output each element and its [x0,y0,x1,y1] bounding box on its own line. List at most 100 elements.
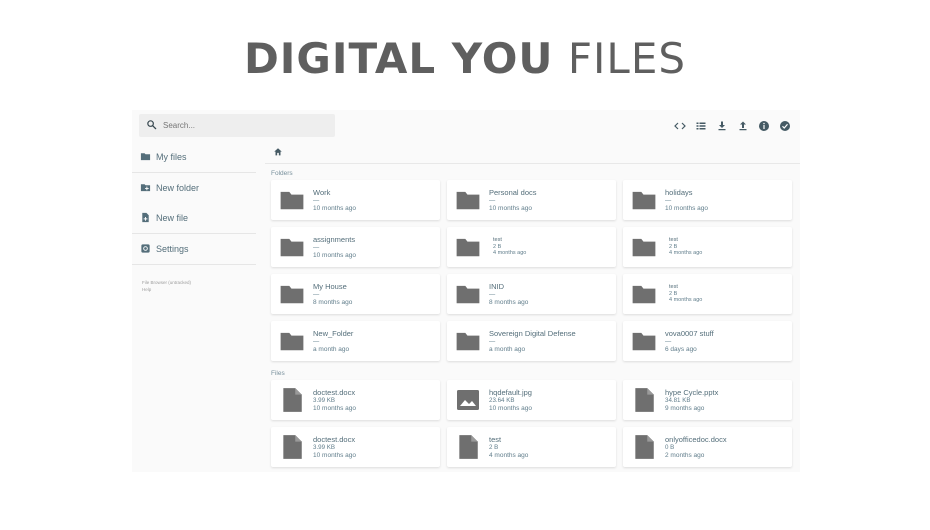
item-name: hqdefault.jpg [489,387,532,397]
item-size: — [665,196,672,204]
folder-meta: vova0007 stuff —6 days ago [665,329,714,354]
file-card[interactable]: onlyofficedoc.docx 0 B2 months ago [623,427,792,467]
file-meta: doctest.docx 3.99 KB 10 months ago [313,388,356,413]
item-modified: 4 months ago [493,250,527,257]
item-modified: 10 months ago [489,404,533,412]
upload-icon[interactable] [736,119,750,133]
item-modified: 10 months ago [665,204,709,212]
list-view-icon[interactable] [694,119,708,133]
search-input[interactable] [163,121,323,130]
file-grid: doctest.docx 3.99 KB 10 months ago hqdefaul… [265,380,800,467]
folder-card[interactable]: test 2 B4 months ago [623,227,792,267]
item-modified: 6 days ago [665,345,697,353]
note-add-icon [140,212,156,225]
download-icon[interactable] [715,119,729,133]
folder-meta: New_Folder — a month ago [313,329,353,354]
item-size: — [313,196,320,204]
sidebar-item-label: Settings [156,244,189,254]
sidebar: My files New folder New file Settings Fi… [132,142,256,472]
item-name: holidays [665,187,693,197]
sidebar-item-my-files[interactable]: My files [132,142,256,172]
folder-card[interactable]: New_Folder — a month ago [271,321,440,361]
sidebar-item-label: New folder [156,183,200,193]
file-card[interactable]: test 2 B4 months ago [447,427,616,467]
folder-card[interactable]: assignments —10 months ago [271,227,440,267]
folder-meta: test 2 B4 months ago [665,284,702,304]
search-box[interactable] [139,114,335,137]
sidebar-item-new-folder[interactable]: New folder [132,173,256,203]
file-meta: test 2 B4 months ago [489,435,528,460]
item-name: doctest.docx [313,387,356,397]
file-card[interactable]: doctest.docx 3.99 KB 10 months ago [271,380,440,420]
folder-card[interactable]: holidays —10 months ago [623,180,792,220]
toolbar-actions [673,119,792,133]
item-modified: a month ago [489,345,526,353]
folder-card[interactable]: vova0007 stuff —6 days ago [623,321,792,361]
home-icon[interactable] [273,144,283,162]
folder-meta: test 2 B4 months ago [489,237,526,257]
sidebar-item-new-file[interactable]: New file [132,203,256,233]
item-modified: a month ago [313,345,350,353]
sidebar-item-label: My files [156,152,187,162]
file-listing: Folders Work —10 months ago Personal docs —… [265,142,800,472]
item-name: vova0007 stuff [665,328,714,338]
item-modified: 2 months ago [665,451,705,459]
item-modified: 10 months ago [313,204,357,212]
sidebar-item-settings[interactable]: Settings [132,234,256,264]
info-icon[interactable] [757,119,771,133]
file-card[interactable]: doctest.docx 3.99 KB 10 months ago [271,427,440,467]
item-modified: 8 months ago [313,298,353,306]
file-icon [271,434,313,460]
folder-card[interactable]: INID —8 months ago [447,274,616,314]
folder-icon [271,281,313,307]
file-meta: hqdefault.jpg 23.64 KB 10 months ago [489,388,532,413]
settings-icon [140,243,156,256]
code-icon[interactable] [673,119,687,133]
folder-icon [447,187,489,213]
folder-icon [623,187,665,213]
item-modified: 4 months ago [669,250,703,257]
item-name: INID [489,281,504,291]
item-modified: 10 months ago [313,451,357,459]
folder-icon [271,328,313,354]
file-card[interactable]: hqdefault.jpg 23.64 KB 10 months ago [447,380,616,420]
item-name: doctest.docx [313,434,356,444]
check-circle-icon[interactable] [778,119,792,133]
sidebar-item-label: New file [156,213,189,223]
file-meta: doctest.docx 3.99 KB 10 months ago [313,435,356,460]
item-size: 2 B [489,443,499,451]
folder-icon [623,328,665,354]
create-folder-icon [140,182,156,195]
sidebar-footer: File Browser (untracked) Help [132,265,256,293]
folders-heading: Folders [271,170,293,177]
folder-icon [623,234,665,260]
folder-meta: INID —8 months ago [489,282,528,307]
folder-card[interactable]: test 2 B4 months ago [447,227,616,267]
folder-card[interactable]: My House —8 months ago [271,274,440,314]
folder-meta: My House —8 months ago [313,282,352,307]
item-name: Sovereign Digital Defense [489,328,576,338]
item-name: onlyofficedoc.docx [665,434,727,444]
item-name: New_Folder [313,328,354,338]
folder-meta: Work —10 months ago [313,188,356,213]
file-icon [447,434,489,460]
folder-icon [447,328,489,354]
folder-meta: holidays —10 months ago [665,188,708,213]
top-bar [132,110,800,142]
file-browser-window: My files New folder New file Settings Fi… [132,110,800,472]
item-size: 3.99 KB [313,443,336,451]
item-name: hype Cycle.pptx [665,387,719,397]
item-size: — [489,290,496,298]
folder-card[interactable]: test 2 B4 months ago [623,274,792,314]
item-modified: 8 months ago [489,298,529,306]
folder-card[interactable]: Sovereign Digital Defense — a month ago [447,321,616,361]
folder-card[interactable]: Personal docs —10 months ago [447,180,616,220]
breadcrumb [265,142,800,164]
folder-icon [271,187,313,213]
folder-card[interactable]: Work —10 months ago [271,180,440,220]
item-modified: 4 months ago [669,297,703,304]
file-card[interactable]: hype Cycle.pptx 34.81 KB 9 months ago [623,380,792,420]
item-size: — [313,243,320,251]
footer-credit[interactable]: File Browser (untracked) [142,279,256,286]
footer-help[interactable]: Help [142,286,256,293]
